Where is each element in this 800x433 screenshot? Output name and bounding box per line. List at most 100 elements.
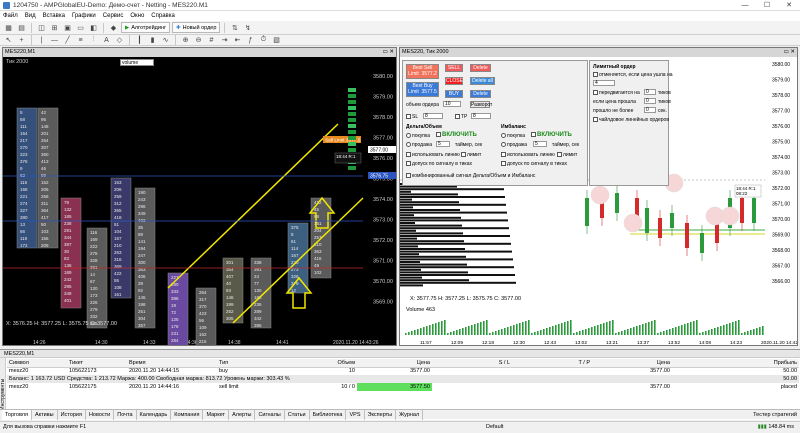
zoom-in-icon[interactable]: ⊕ xyxy=(180,35,191,46)
tab-library[interactable]: Библиотека xyxy=(310,409,347,420)
sl-checkbox[interactable] xyxy=(406,114,411,120)
combined-signal-checkbox[interactable] xyxy=(406,173,411,179)
col-price[interactable]: Цена xyxy=(357,359,432,368)
menu-charts[interactable]: Графики xyxy=(72,13,96,19)
col-volume[interactable]: Объем xyxy=(297,359,357,368)
delta-allow-checkbox[interactable] xyxy=(406,161,411,167)
market-watch-icon[interactable]: ◫ xyxy=(36,22,47,33)
delete-buy-button[interactable]: Delete xyxy=(470,90,491,98)
vertical-line-icon[interactable]: | xyxy=(36,35,47,46)
tab-assets[interactable]: Активы xyxy=(32,409,58,420)
tab-market[interactable]: Маркет xyxy=(203,409,230,420)
delete-sell-button[interactable]: Delete xyxy=(470,64,491,72)
table-row[interactable]: mesz20 105622175 2020.11.20 14:44:16 sel… xyxy=(7,383,799,391)
delta-buy-radio[interactable] xyxy=(406,133,411,139)
if-price-input[interactable]: 0 xyxy=(644,98,656,104)
navigator-icon[interactable]: ▣ xyxy=(62,22,73,33)
move-ticks-input[interactable]: 0 xyxy=(644,89,656,95)
delta-sell-radio[interactable] xyxy=(406,142,411,148)
tab-trade[interactable]: Торговля xyxy=(2,409,32,420)
periods-icon[interactable]: ⏱ xyxy=(258,35,269,46)
autoscroll-icon[interactable]: ⇥ xyxy=(219,35,230,46)
tab-strategy-tester[interactable]: Тестер стратегий xyxy=(750,410,800,420)
col-symbol[interactable]: Символ xyxy=(7,359,67,368)
line-trade-icon[interactable]: ↯ xyxy=(242,22,253,33)
bar-chart-icon[interactable]: ┃ xyxy=(134,35,145,46)
col-ticket[interactable]: Тикет xyxy=(67,359,127,368)
tp-checkbox[interactable] xyxy=(455,114,460,120)
tab-alerts[interactable]: Алерты xyxy=(229,409,256,420)
tab-vps[interactable]: VPS xyxy=(346,409,365,420)
close-button[interactable]: CLOSE xyxy=(445,77,463,85)
ide-icon[interactable]: ◆ xyxy=(108,22,119,33)
delta-timer-input[interactable]: 5 xyxy=(436,141,450,147)
left-chart[interactable]: MES220,M1 ▭ ✕ Тик 2000 volume 3580.00 3579… xyxy=(2,47,397,346)
col-tp[interactable]: T / P xyxy=(512,359,592,368)
tab-company[interactable]: Компания xyxy=(171,409,204,420)
menu-view[interactable]: Вид xyxy=(25,13,36,19)
sl-input[interactable]: 8 xyxy=(423,113,443,119)
profiles-icon[interactable]: ▤ xyxy=(16,22,27,33)
zoom-out-icon[interactable]: ⊖ xyxy=(193,35,204,46)
tab-experts[interactable]: Эксперты xyxy=(365,409,397,420)
new-order-button[interactable]: ✚ Новый ордер xyxy=(171,22,221,33)
channel-icon[interactable]: ≡ xyxy=(75,35,86,46)
minimize-button[interactable]: — xyxy=(734,0,756,11)
shapes-icon[interactable]: ◇ xyxy=(114,35,125,46)
col-profit[interactable]: Прибыль xyxy=(672,359,799,368)
menu-help[interactable]: Справка xyxy=(151,13,175,19)
delta-use-level-checkbox[interactable] xyxy=(406,152,411,158)
maximize-button[interactable]: ☐ xyxy=(756,0,778,11)
tab-journal[interactable]: Журнал xyxy=(396,409,424,420)
tab-news[interactable]: Новости xyxy=(86,409,115,420)
tp-input[interactable]: 8 xyxy=(471,113,491,119)
best-buy-button[interactable]: Best Buy Limit 3577.5 xyxy=(406,82,439,97)
imb-limit-checkbox[interactable] xyxy=(557,152,562,158)
delete-all-button[interactable]: Delete all xyxy=(470,77,495,85)
volume-input[interactable]: 10 xyxy=(443,101,461,107)
tab-articles[interactable]: Статьи xyxy=(285,409,310,420)
tester-icon[interactable]: ◧ xyxy=(88,22,99,33)
indicators-icon[interactable]: ƒ xyxy=(245,35,256,46)
col-time[interactable]: Время xyxy=(127,359,217,368)
grid-icon[interactable]: # xyxy=(206,35,217,46)
data-window-icon[interactable]: ⊞ xyxy=(49,22,60,33)
imb-buy-radio[interactable] xyxy=(501,133,506,139)
tab-history[interactable]: История xyxy=(58,409,86,420)
no-more-input[interactable]: 0 xyxy=(644,107,656,113)
terminal-icon[interactable]: ▭ xyxy=(75,22,86,33)
trail-levels-checkbox[interactable] xyxy=(593,117,598,123)
cancel-if-moved-checkbox[interactable] xyxy=(593,72,598,78)
move-checkbox[interactable] xyxy=(593,90,598,96)
menu-tools[interactable]: Сервис xyxy=(103,13,124,19)
imb-enable-checkbox[interactable] xyxy=(531,132,536,137)
chart-tab[interactable]: MES220,M1 xyxy=(4,351,34,357)
best-sell-button[interactable]: Best Sell Limit 3577.2 xyxy=(406,64,439,79)
menu-insert[interactable]: Вставка xyxy=(43,13,65,19)
algo-trading-button[interactable]: ▶ Алготрейдинг xyxy=(121,22,170,33)
tab-signals[interactable]: Сигналы xyxy=(255,409,285,420)
imb-sell-radio[interactable] xyxy=(501,142,506,148)
col-sl[interactable]: S / L xyxy=(432,359,512,368)
delta-enable-checkbox[interactable] xyxy=(436,132,441,137)
cursor-icon[interactable]: ↖ xyxy=(3,35,14,46)
delta-limit-checkbox[interactable] xyxy=(461,152,466,158)
tab-calendar[interactable]: Календарь xyxy=(137,409,172,420)
col-type[interactable]: Тип xyxy=(217,359,297,368)
tab-mail[interactable]: Почта xyxy=(114,409,137,420)
buy-button[interactable]: BUY xyxy=(445,90,463,98)
table-row[interactable]: mesz20 105622173 2020.11.20 14:44:15 buy… xyxy=(7,367,799,375)
close-button[interactable]: ✕ xyxy=(778,0,800,11)
templates-icon[interactable]: ▧ xyxy=(271,35,282,46)
imb-allow-checkbox[interactable] xyxy=(501,161,506,167)
imb-use-level-checkbox[interactable] xyxy=(501,152,506,158)
fibo-icon[interactable]: ⫶ xyxy=(88,35,99,46)
menu-file[interactable]: Файл xyxy=(3,13,18,19)
reverse-button[interactable]: Разворот xyxy=(470,101,492,108)
crosshair-icon[interactable]: + xyxy=(16,35,27,46)
candle-chart-icon[interactable]: ▮ xyxy=(147,35,158,46)
menu-window[interactable]: Окно xyxy=(130,13,144,19)
new-chart-icon[interactable]: ▦ xyxy=(3,22,14,33)
trendline-icon[interactable]: ╱ xyxy=(62,35,73,46)
col-cur-price[interactable]: Цена xyxy=(592,359,672,368)
